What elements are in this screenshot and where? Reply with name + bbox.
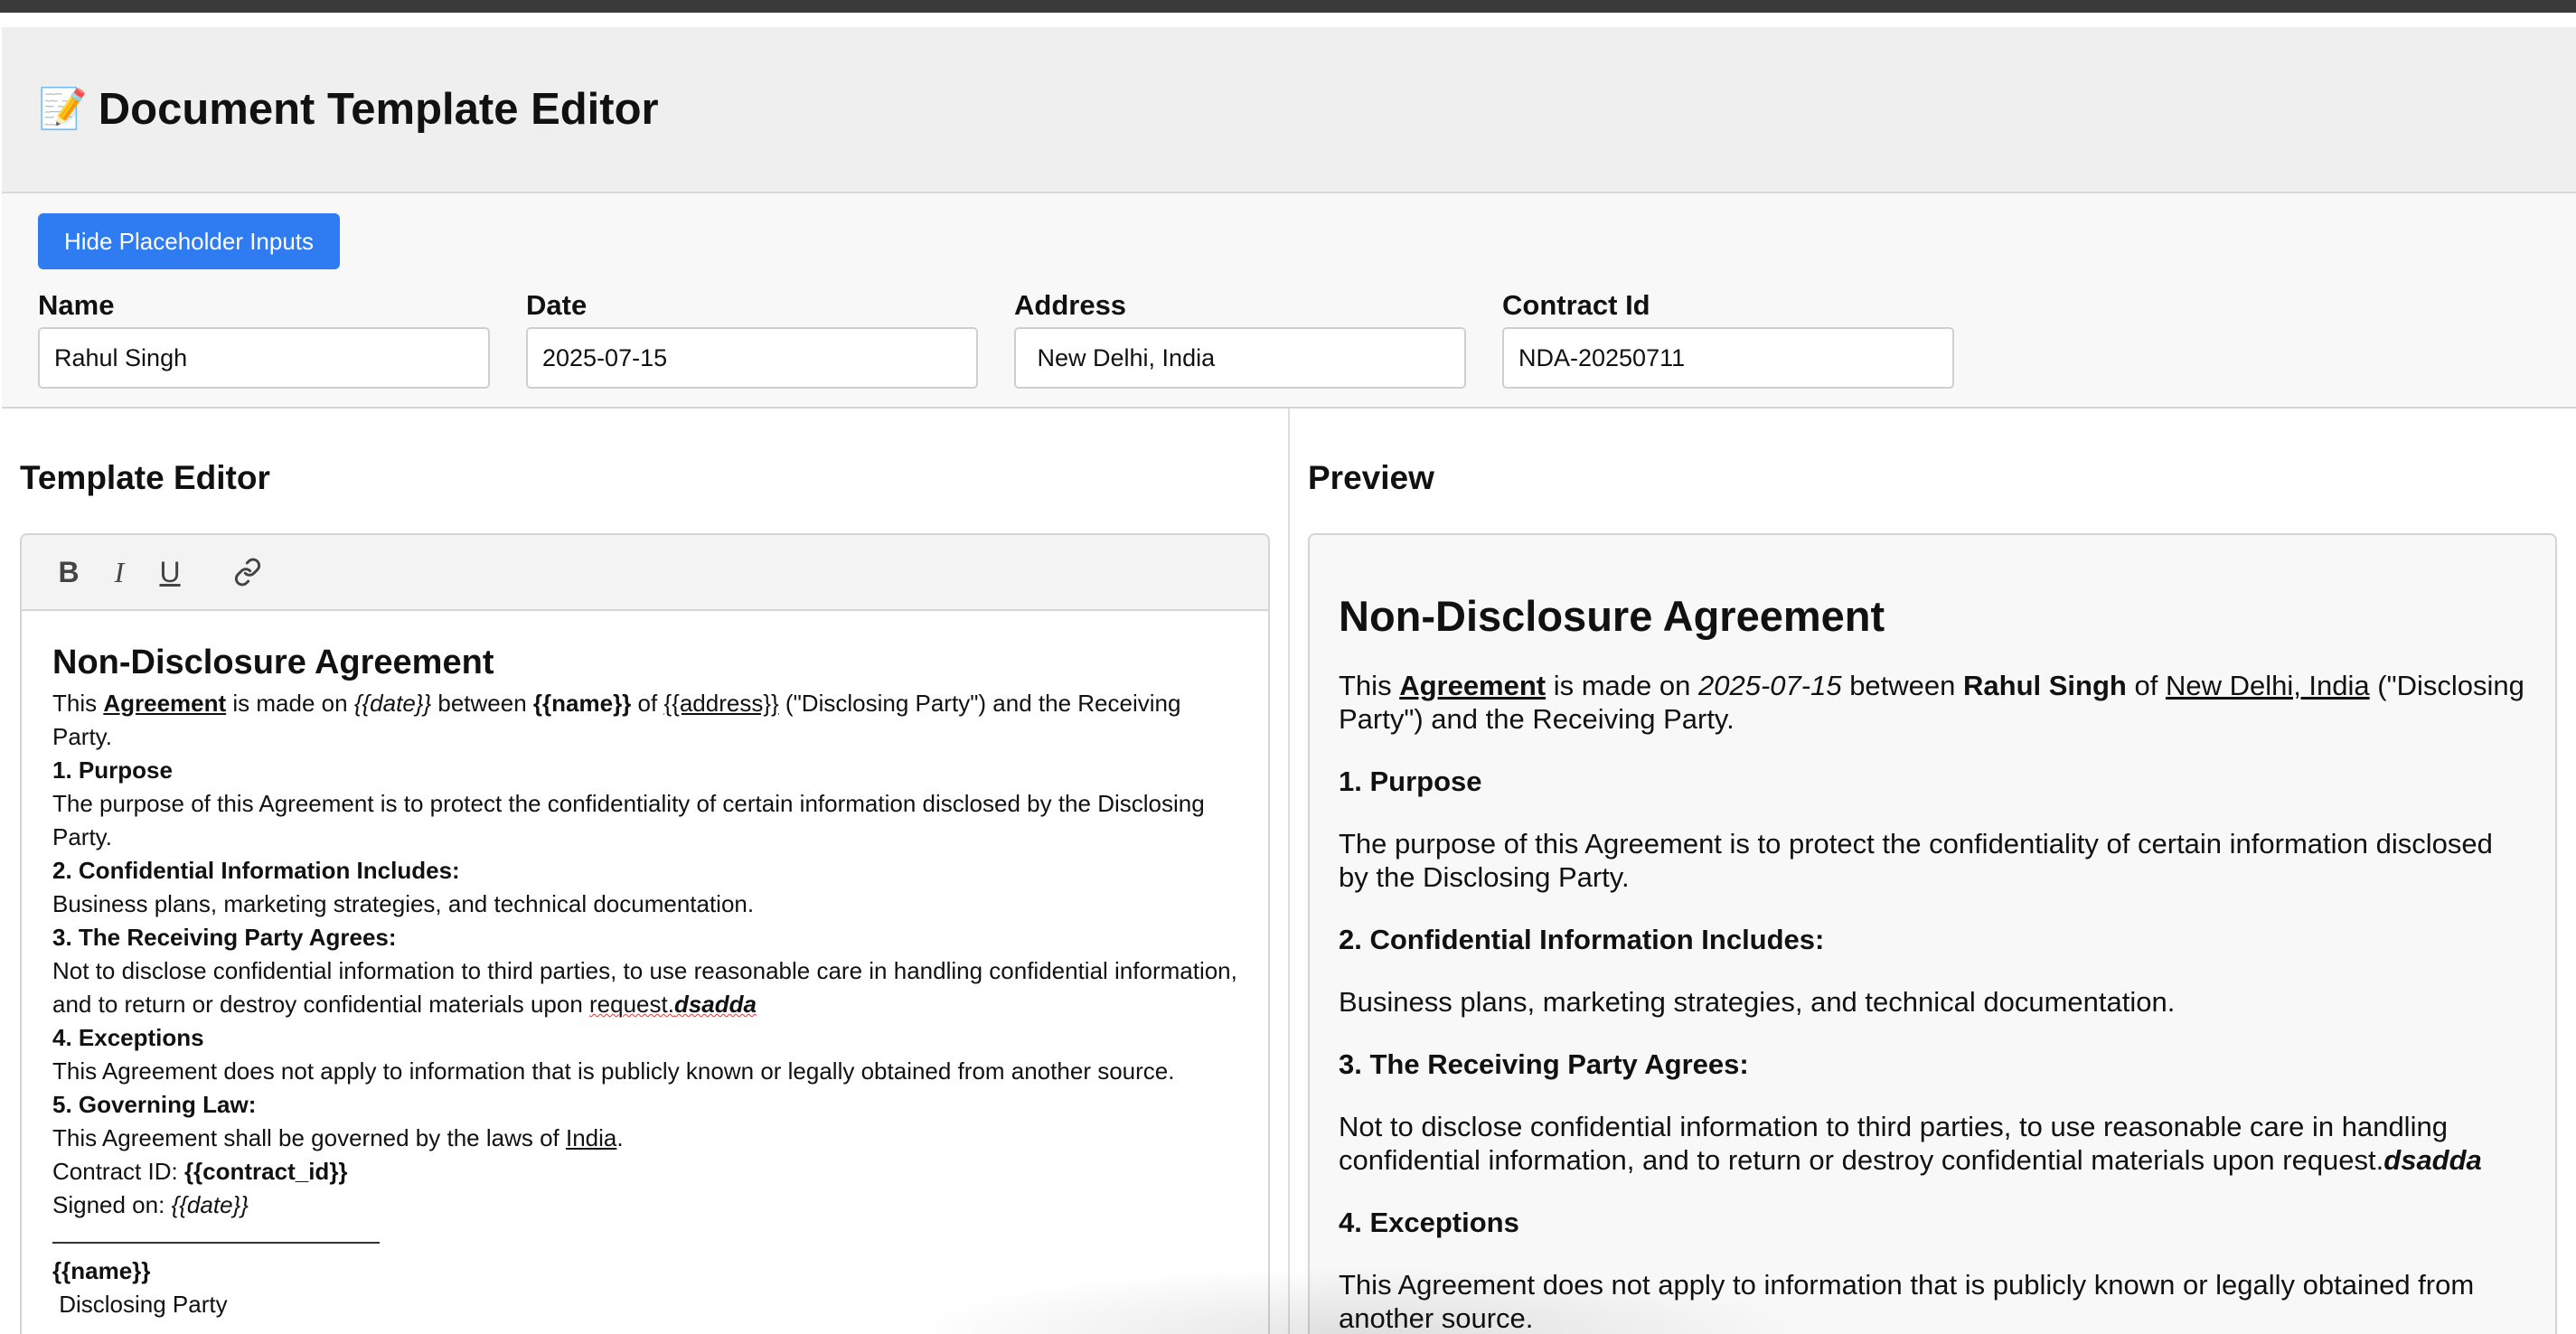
preview-section-1-heading: 1. Purpose [1339,766,1482,797]
preview-panel: Non-Disclosure Agreement This Agreement … [1308,533,2557,1334]
editor-section-4-body: This Agreement does not apply to informa… [52,1057,1175,1085]
contract-id-input[interactable] [1502,327,1954,389]
preview-section-2-heading: 2. Confidential Information Includes: [1339,924,1825,955]
memo-icon: 📝 [38,87,88,131]
preview-section-1-body: The purpose of this Agreement is to prot… [1339,828,2493,893]
contract-id-label: Contract Id [1502,289,1650,321]
name-placeholder: {{name}} [532,690,632,717]
italic-button[interactable]: I [99,552,139,592]
signature-line [52,1222,380,1244]
contract-id-field-group: Contract Id [1502,287,1954,389]
template-editor-title: Template Editor [20,459,270,496]
page-title: Document Template Editor [98,85,659,134]
editor-doc-title: Non-Disclosure Agreement [52,644,494,681]
editor-section-4-heading: 4. Exceptions [52,1024,204,1051]
editor-section-3-body: Not to disclose confidential information… [52,957,1237,1018]
editor-section-5-heading: 5. Governing Law: [52,1091,257,1118]
hide-placeholder-inputs-button[interactable]: Hide Placeholder Inputs [38,213,340,269]
address-placeholder: {{address}} [663,690,779,717]
editor-signature-role: Disclosing Party [52,1291,228,1318]
address-input[interactable] [1014,327,1466,389]
template-editor: B I U Non-Disclosure Agreement This Agre… [20,533,1270,1334]
editor-signed-on-line: Signed on: {{date}} [52,1191,249,1218]
editor-section-1-heading: 1. Purpose [52,756,173,784]
link-icon[interactable] [228,552,268,592]
date-placeholder: {{date}} [353,690,432,717]
editor-contract-id-line: Contract ID: {{contract_id}} [52,1158,348,1185]
window-top-bar [0,0,2576,13]
underline-button[interactable]: U [150,552,190,592]
preview-section-4-heading: 4. Exceptions [1339,1207,1519,1238]
preview-section-2-body: Business plans, marketing strategies, an… [1339,986,2176,1018]
editor-content[interactable]: Non-Disclosure Agreement This Agreement … [22,611,1268,1321]
app-header: 📝 Document Template Editor [2,27,2576,193]
editor-section-2-heading: 2. Confidential Information Includes: [52,857,460,884]
editor-signature-name: {{name}} [52,1257,151,1284]
date-input[interactable] [526,327,978,389]
date-label: Date [526,289,588,321]
preview-section-4-body: This Agreement does not apply to informa… [1339,1269,2475,1334]
editor-toolbar: B I U [22,535,1268,611]
panel-divider [1288,409,1290,1334]
name-input[interactable] [38,327,490,389]
editor-section-2-body: Business plans, marketing strategies, an… [52,890,755,917]
editor-section-3-heading: 3. The Receiving Party Agrees: [52,924,397,951]
preview-section-3-body: Not to disclose confidential information… [1339,1111,2482,1176]
name-field-group: Name [38,287,490,389]
placeholder-inputs-section: Hide Placeholder Inputs Name Date Addres… [2,193,2576,409]
editor-intro: This Agreement is made on {{date}} betwe… [52,690,1181,750]
date-field-group: Date [526,287,978,389]
preview-intro: This Agreement is made on 2025-07-15 bet… [1339,670,2524,735]
bold-button[interactable]: B [49,552,89,592]
name-label: Name [38,289,115,321]
preview-title: Preview [1308,459,1434,496]
address-field-group: Address [1014,287,1466,389]
editor-section-1-body: The purpose of this Agreement is to prot… [52,790,1205,850]
preview-section-3-heading: 3. The Receiving Party Agrees: [1339,1048,1749,1080]
editor-section-5-body: This Agreement shall be governed by the … [52,1124,624,1151]
preview-doc-title: Non-Disclosure Agreement [1339,592,1885,640]
address-label: Address [1014,289,1127,321]
